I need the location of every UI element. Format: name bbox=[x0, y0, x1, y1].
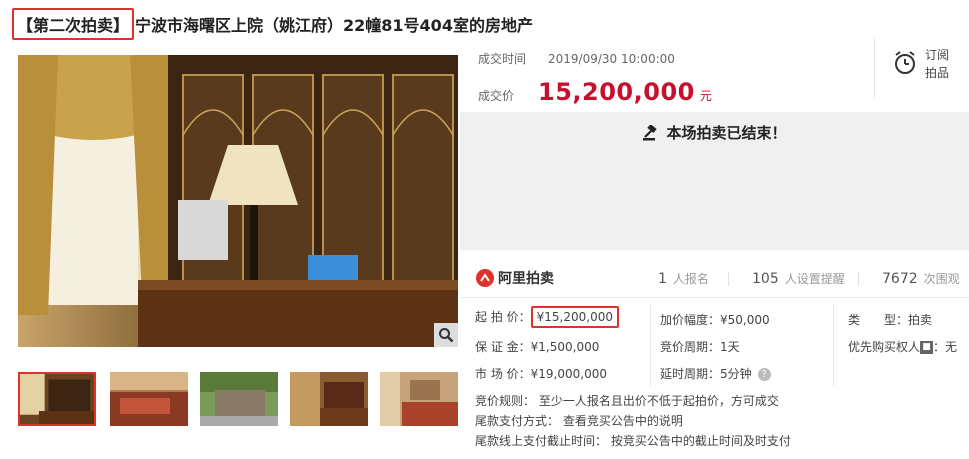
stats-divider bbox=[728, 272, 729, 286]
deposit-value: ¥1,500,000 bbox=[530, 340, 600, 354]
auction-stats-row: 阿里拍卖 1 人报名 105 人设置提醒 7672 次围观 bbox=[460, 262, 969, 296]
stats-divider bbox=[858, 272, 859, 286]
thumbnail-4[interactable] bbox=[290, 372, 368, 426]
brand-logo[interactable]: 阿里拍卖 bbox=[476, 268, 554, 288]
delay-cycle-label: 延时周期： bbox=[660, 367, 721, 381]
property-title: 宁波市海曙区上院（姚江府）22幢81号404室的房地产 bbox=[135, 16, 533, 35]
thumbnail-1[interactable] bbox=[18, 372, 96, 426]
rule-bidding: 竞价规则： 至少一人报名且出价不低于起拍价，方可成交 bbox=[475, 394, 779, 408]
thumbnail-5[interactable] bbox=[380, 372, 458, 426]
type-row: 类 型：拍卖 bbox=[848, 311, 932, 328]
stat-views: 7672 次围观 bbox=[882, 270, 960, 287]
thumbnail-3[interactable] bbox=[200, 372, 278, 426]
subscribe-button[interactable]: 订阅 拍品 bbox=[874, 38, 969, 98]
deal-price-unit: 元 bbox=[699, 89, 712, 103]
start-price-label: 起 拍 价： bbox=[475, 310, 531, 324]
increment-value: ¥50,000 bbox=[720, 313, 770, 327]
start-price-row: 起 拍 价： ¥15,200,000 bbox=[475, 306, 619, 328]
market-price-label: 市 场 价： bbox=[475, 367, 531, 381]
thumbnail-image bbox=[20, 374, 94, 424]
auction-ended-message: 本场拍卖已结束！ bbox=[460, 122, 969, 143]
thumbnail-image bbox=[290, 372, 368, 426]
section-divider bbox=[460, 297, 969, 298]
stat-views-label: 次围观 bbox=[923, 272, 960, 286]
magnifier-icon bbox=[439, 328, 454, 343]
alarm-clock-icon bbox=[895, 51, 915, 74]
column-divider bbox=[833, 304, 834, 386]
increment-label: 加价幅度： bbox=[660, 313, 721, 327]
stat-signups-label: 人报名 bbox=[672, 272, 709, 286]
subscribe-label-2: 拍品 bbox=[925, 66, 950, 80]
auction-status-panel: 本场拍卖已结束！ bbox=[460, 112, 969, 250]
column-divider bbox=[650, 304, 651, 386]
logo-mark bbox=[480, 273, 490, 282]
stat-signups: 1 人报名 bbox=[658, 270, 709, 287]
stat-reminders-label: 人设置提醒 bbox=[784, 272, 845, 286]
thumbnail-image bbox=[200, 372, 278, 426]
delay-cycle-row: 延时周期：5分钟? bbox=[660, 365, 771, 382]
question-circle-icon[interactable]: ? bbox=[757, 368, 771, 381]
bid-cycle-label: 竞价周期： bbox=[660, 340, 721, 354]
rule-payment-method: 尾款支付方式： 查看竞买公告中的说明 bbox=[475, 414, 683, 428]
priority-label: 优先购买权人 bbox=[848, 340, 921, 354]
thumbnail-strip bbox=[18, 372, 458, 426]
bid-cycle-row: 竞价周期：1天 bbox=[660, 338, 740, 355]
priority-badge-icon: ■ bbox=[920, 341, 934, 354]
type-label: 类 型： bbox=[848, 313, 909, 327]
type-value: 拍卖 bbox=[908, 313, 933, 327]
rule-payment-deadline: 尾款线上支付截止时间： 按竞买公告中的截止时间及时支付 bbox=[475, 434, 791, 448]
zoom-button[interactable] bbox=[434, 323, 458, 347]
deal-time-row: 成交时间 2019/09/30 10:00:00 bbox=[478, 50, 675, 67]
deposit-row: 保 证 金：¥1,500,000 bbox=[475, 338, 599, 355]
deal-time-value: 2019/09/30 10:00:00 bbox=[548, 52, 675, 66]
delay-cycle-value: 5分钟 bbox=[720, 367, 752, 381]
priority-buyer-row: 优先购买权人 ■ ：无 bbox=[848, 338, 957, 355]
start-price-value: ¥15,200,000 bbox=[530, 306, 619, 328]
priority-value: ：无 bbox=[933, 340, 958, 354]
stat-reminders-count: 105 bbox=[752, 271, 779, 287]
thumbnail-image bbox=[110, 372, 188, 426]
brand-name: 阿里拍卖 bbox=[498, 271, 554, 287]
market-price-row: 市 场 价：¥19,000,000 bbox=[475, 365, 607, 382]
stat-views-count: 7672 bbox=[882, 271, 918, 287]
gavel-icon bbox=[643, 124, 658, 140]
subscribe-label-1: 订阅 bbox=[925, 48, 950, 62]
ali-auction-logo-icon bbox=[476, 269, 494, 287]
stat-signups-count: 1 bbox=[658, 271, 667, 287]
page-title: 【第二次拍卖】 宁波市海曙区上院（姚江府）22幢81号404室的房地产 bbox=[12, 8, 533, 40]
deal-time-label: 成交时间 bbox=[478, 52, 527, 66]
auction-round-tag: 【第二次拍卖】 bbox=[12, 8, 135, 40]
deposit-label: 保 证 金： bbox=[475, 340, 531, 354]
study-room-photo bbox=[18, 55, 458, 347]
thumbnail-image bbox=[380, 372, 458, 426]
increment-row: 加价幅度：¥50,000 bbox=[660, 311, 770, 328]
deal-price-label: 成交价 bbox=[478, 89, 515, 103]
main-photo[interactable] bbox=[18, 55, 458, 347]
deal-price-value: 15,200,000 bbox=[538, 78, 695, 106]
stat-reminders: 105 人设置提醒 bbox=[752, 270, 845, 287]
thumbnail-2[interactable] bbox=[110, 372, 188, 426]
deal-price-row: 成交价 15,200,000 元 bbox=[478, 78, 712, 106]
auction-ended-text: 本场拍卖已结束！ bbox=[666, 124, 787, 142]
market-price-value: ¥19,000,000 bbox=[530, 367, 607, 381]
bid-cycle-value: 1天 bbox=[720, 340, 740, 354]
